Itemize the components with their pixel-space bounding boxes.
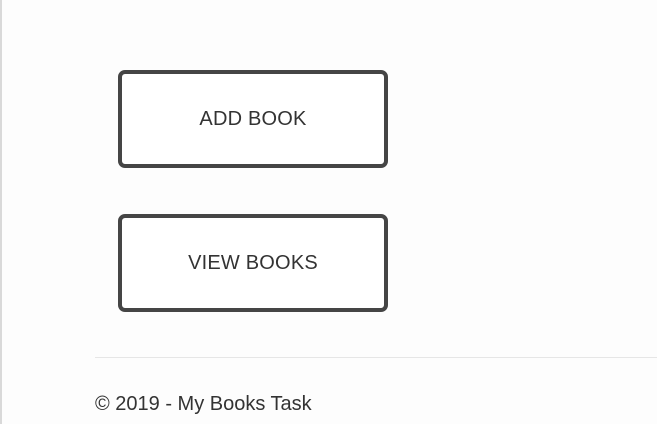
footer-divider — [95, 357, 657, 358]
main-content: ADD BOOK VIEW BOOKS © 2019 - My Books Ta… — [0, 0, 657, 424]
add-book-button[interactable]: ADD BOOK — [118, 70, 388, 168]
footer-copyright: © 2019 - My Books Task — [95, 393, 312, 415]
page-viewport: ADD BOOK VIEW BOOKS © 2019 - My Books Ta… — [0, 0, 657, 424]
view-books-button[interactable]: VIEW BOOKS — [118, 214, 388, 312]
